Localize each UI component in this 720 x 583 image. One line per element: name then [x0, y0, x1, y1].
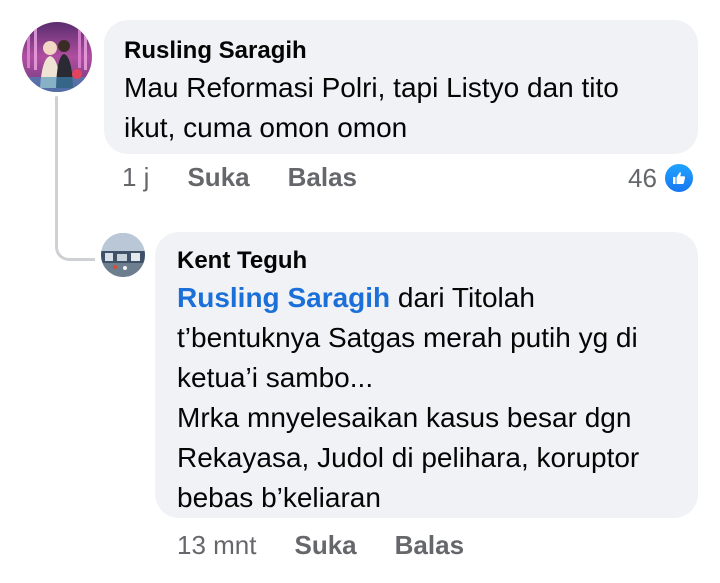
comment-text: Mau Reformasi Polri, tapi Listyo dan tit… [124, 68, 678, 148]
comment-text-line: dari Titolah [390, 282, 535, 313]
reply-button[interactable]: Balas [288, 162, 357, 193]
comment-actions: 13 mnt Suka Balas [177, 530, 502, 561]
thread-reply-connector [55, 243, 95, 261]
comment-author[interactable]: Rusling Saragih [124, 36, 678, 66]
like-button[interactable]: Suka [295, 530, 357, 561]
reaction-count: 46 [628, 162, 657, 193]
reply-button[interactable]: Balas [395, 530, 464, 561]
avatar[interactable] [101, 233, 145, 277]
comment-bubble: Rusling Saragih Mau Reformasi Polri, tap… [104, 20, 698, 154]
comment-text-line: Mrka mnyelesaikan kasus besar dgn [177, 402, 632, 433]
like-icon [662, 162, 695, 194]
reply-bubble: Kent Teguh Rusling Saragih dari Titolah … [155, 232, 698, 518]
comment-text-line: ikut, cuma omon omon [124, 112, 408, 143]
like-button[interactable]: Suka [187, 162, 249, 193]
comment-text: Rusling Saragih dari Titolah t’bentuknya… [177, 278, 676, 518]
comment-text-line: Rekayasa, Judol di pelihara, koruptor [177, 442, 640, 473]
mention-link[interactable]: Rusling Saragih [177, 282, 390, 313]
reaction-summary[interactable]: 46 [628, 162, 695, 194]
comment-timestamp[interactable]: 1 j [122, 162, 149, 193]
comment-text-line: Mau Reformasi Polri, tapi Listyo dan tit… [124, 72, 619, 103]
comment-actions: 1 j Suka Balas [122, 162, 395, 193]
thread-connector-line [55, 96, 58, 246]
comment-text-line: t’bentuknya Satgas merah putih yg di [177, 322, 638, 353]
avatar[interactable] [22, 22, 92, 92]
comment-text-line: ketua’i sambo... [177, 362, 374, 393]
comment-timestamp[interactable]: 13 mnt [177, 530, 257, 561]
comment-text-line: bebas b’keliaran [177, 482, 381, 513]
comment-author[interactable]: Kent Teguh [177, 246, 676, 276]
